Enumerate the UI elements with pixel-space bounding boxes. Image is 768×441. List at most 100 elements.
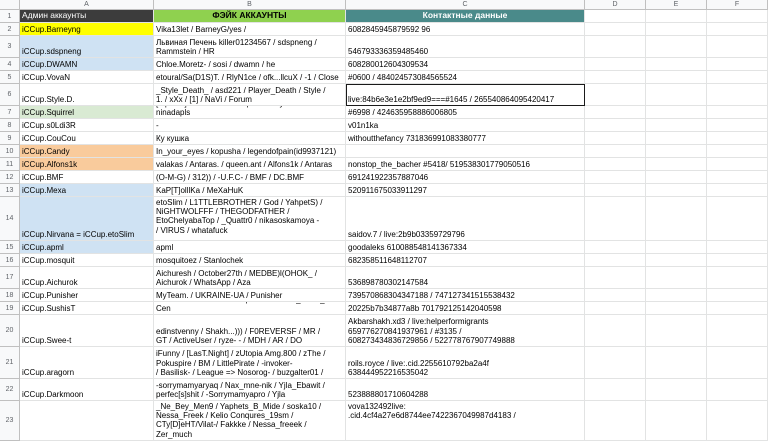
cell-e1[interactable] (646, 10, 707, 23)
cell-a1[interactable]: Админ аккаунты (20, 10, 154, 23)
cell-b7[interactable]: [squirrel] / cadaveria HeOpuHaKucy / Ale… (154, 106, 346, 119)
row-number[interactable]: 12 (0, 171, 20, 184)
cell-e15[interactable] (646, 241, 707, 254)
cell-b17[interactable]: Aichuresh / October27th / MEDBE)l(OHOK_ … (154, 267, 346, 289)
cell-f7[interactable] (707, 106, 768, 119)
cell-c14[interactable]: saidov.7 / live:2b9b03359729796 (346, 197, 585, 241)
cell-c20[interactable]: Akbarshakh.xd3 / live:helperformigrants … (346, 315, 585, 347)
cell-b15[interactable]: apml (154, 241, 346, 254)
column-header-f[interactable]: F (707, 0, 768, 10)
cell-b5[interactable]: etoural/Sa(D1S)T. / RlyN1ce / ofk...llcu… (154, 71, 346, 84)
cell-c19[interactable]: 20225b7b34877a8b 701792125142040598 (346, 302, 585, 315)
cell-d10[interactable] (585, 145, 646, 158)
cell-a15[interactable]: iCCup.apml (20, 241, 154, 254)
cell-b12[interactable]: (O-M-G) / 312)) / -U.F.C- / BMF / DC.BMF (154, 171, 346, 184)
row-number[interactable]: 21 (0, 347, 20, 379)
cell-b14[interactable]: etoSlim / L1TTLEBROTHER / God / YahpetS)… (154, 197, 346, 241)
cell-c21[interactable]: roils.royce / live:.cid.2255610792ba2a4f… (346, 347, 585, 379)
cell-d18[interactable] (585, 289, 646, 302)
row-number[interactable]: 22 (0, 379, 20, 401)
cell-c22[interactable]: 523888801710604288 (346, 379, 585, 401)
column-header-a[interactable]: A (20, 0, 154, 10)
cell-e6[interactable] (646, 84, 707, 106)
cell-f12[interactable] (707, 171, 768, 184)
cell-d21[interactable] (585, 347, 646, 379)
cell-f5[interactable] (707, 71, 768, 84)
cell-b19[interactable]: IOLSFKHENCORE / Gospodinaz /LoLo_PePe_96… (154, 302, 346, 315)
cell-f15[interactable] (707, 241, 768, 254)
cell-f9[interactable] (707, 132, 768, 145)
cell-a21[interactable]: iCCup.aragorn (20, 347, 154, 379)
row-number[interactable]: 9 (0, 132, 20, 145)
cell-d20[interactable] (585, 315, 646, 347)
cell-b23[interactable]: _Ne_Bey_Men9 / Yaphets_B_Mide / soska10 … (154, 401, 346, 441)
row-number[interactable]: 14 (0, 197, 20, 241)
cell-f14[interactable] (707, 197, 768, 241)
cell-f2[interactable] (707, 23, 768, 36)
cell-e9[interactable] (646, 132, 707, 145)
cell-c15[interactable]: goodaleks 610088548141367334 (346, 241, 585, 254)
cell-c4[interactable]: 608280012604309534 (346, 58, 585, 71)
cell-d6[interactable] (585, 84, 646, 106)
cell-e16[interactable] (646, 254, 707, 267)
cell-b21[interactable]: iFunny / [LasT.Night] / zUtopia Amg.800 … (154, 347, 346, 379)
cell-a16[interactable]: iCCup.mosquit (20, 254, 154, 267)
cell-c7[interactable]: #6998 / 424635958886006805 (346, 106, 585, 119)
cell-a10[interactable]: iCCup.Candy (20, 145, 154, 158)
cell-a12[interactable]: iCCup.BMF (20, 171, 154, 184)
cell-e12[interactable] (646, 171, 707, 184)
cell-e2[interactable] (646, 23, 707, 36)
cell-d9[interactable] (585, 132, 646, 145)
row-number[interactable]: 7 (0, 106, 20, 119)
cell-a5[interactable]: iCCup.VovaN (20, 71, 154, 84)
cell-a11[interactable]: iCCup.Alfons1k (20, 158, 154, 171)
cell-c12[interactable]: 691241922357887046 (346, 171, 585, 184)
cell-f11[interactable] (707, 158, 768, 171)
row-number[interactable]: 3 (0, 36, 20, 58)
cell-e23[interactable] (646, 401, 707, 441)
column-header-d[interactable]: D (585, 0, 646, 10)
cell-f21[interactable] (707, 347, 768, 379)
cell-e13[interactable] (646, 184, 707, 197)
cell-f23[interactable] (707, 401, 768, 441)
cell-f3[interactable] (707, 36, 768, 58)
cell-c3[interactable]: 546793336359485460 (346, 36, 585, 58)
cell-c10[interactable] (346, 145, 585, 158)
cell-a20[interactable]: iCCup.Swee-t (20, 315, 154, 347)
cell-c8[interactable]: v01n1ka (346, 119, 585, 132)
cell-c2[interactable]: 6082845945879592 96 (346, 23, 585, 36)
cell-b3[interactable]: Львиная Печень killer01234567 / sdspneng… (154, 36, 346, 58)
cell-d2[interactable] (585, 23, 646, 36)
cell-b2[interactable]: Vika13let / BarneyG/yes / (154, 23, 346, 36)
cell-a22[interactable]: iCCup.Darkmoon (20, 379, 154, 401)
cell-c9[interactable]: withoutthefancy 731836991083380777 (346, 132, 585, 145)
cell-f4[interactable] (707, 58, 768, 71)
cell-f22[interactable] (707, 379, 768, 401)
cell-f16[interactable] (707, 254, 768, 267)
cell-e14[interactable] (646, 197, 707, 241)
cell-b8[interactable]: - (154, 119, 346, 132)
cell-d8[interactable] (585, 119, 646, 132)
cell-d4[interactable] (585, 58, 646, 71)
cell-d23[interactable] (585, 401, 646, 441)
cell-a18[interactable]: iCCup.Punisher (20, 289, 154, 302)
cell-c23[interactable]: vova132492live: .cid.4cf4a27e6d8744ee742… (346, 401, 585, 441)
cell-d19[interactable] (585, 302, 646, 315)
cell-a2[interactable]: iCCup.Barneyng (20, 23, 154, 36)
row-number[interactable]: 10 (0, 145, 20, 158)
cell-b20[interactable]: edinstvenny / Shakh...))) / F0REVERSF / … (154, 315, 346, 347)
cell-c16[interactable]: 682358511648112707 (346, 254, 585, 267)
row-number[interactable]: 23 (0, 401, 20, 441)
cell-e22[interactable] (646, 379, 707, 401)
cell-f19[interactable] (707, 302, 768, 315)
column-header-b[interactable]: B (154, 0, 346, 10)
row-number[interactable]: 20 (0, 315, 20, 347)
cell-d7[interactable] (585, 106, 646, 119)
cell-e7[interactable] (646, 106, 707, 119)
cell-a19[interactable]: iCCup.SushisT (20, 302, 154, 315)
cell-c13[interactable]: 520911675033911297 (346, 184, 585, 197)
cell-d17[interactable] (585, 267, 646, 289)
cell-e19[interactable] (646, 302, 707, 315)
cell-c11[interactable]: nonstop_the_bacher #5418/ 51953830177905… (346, 158, 585, 171)
cell-e11[interactable] (646, 158, 707, 171)
